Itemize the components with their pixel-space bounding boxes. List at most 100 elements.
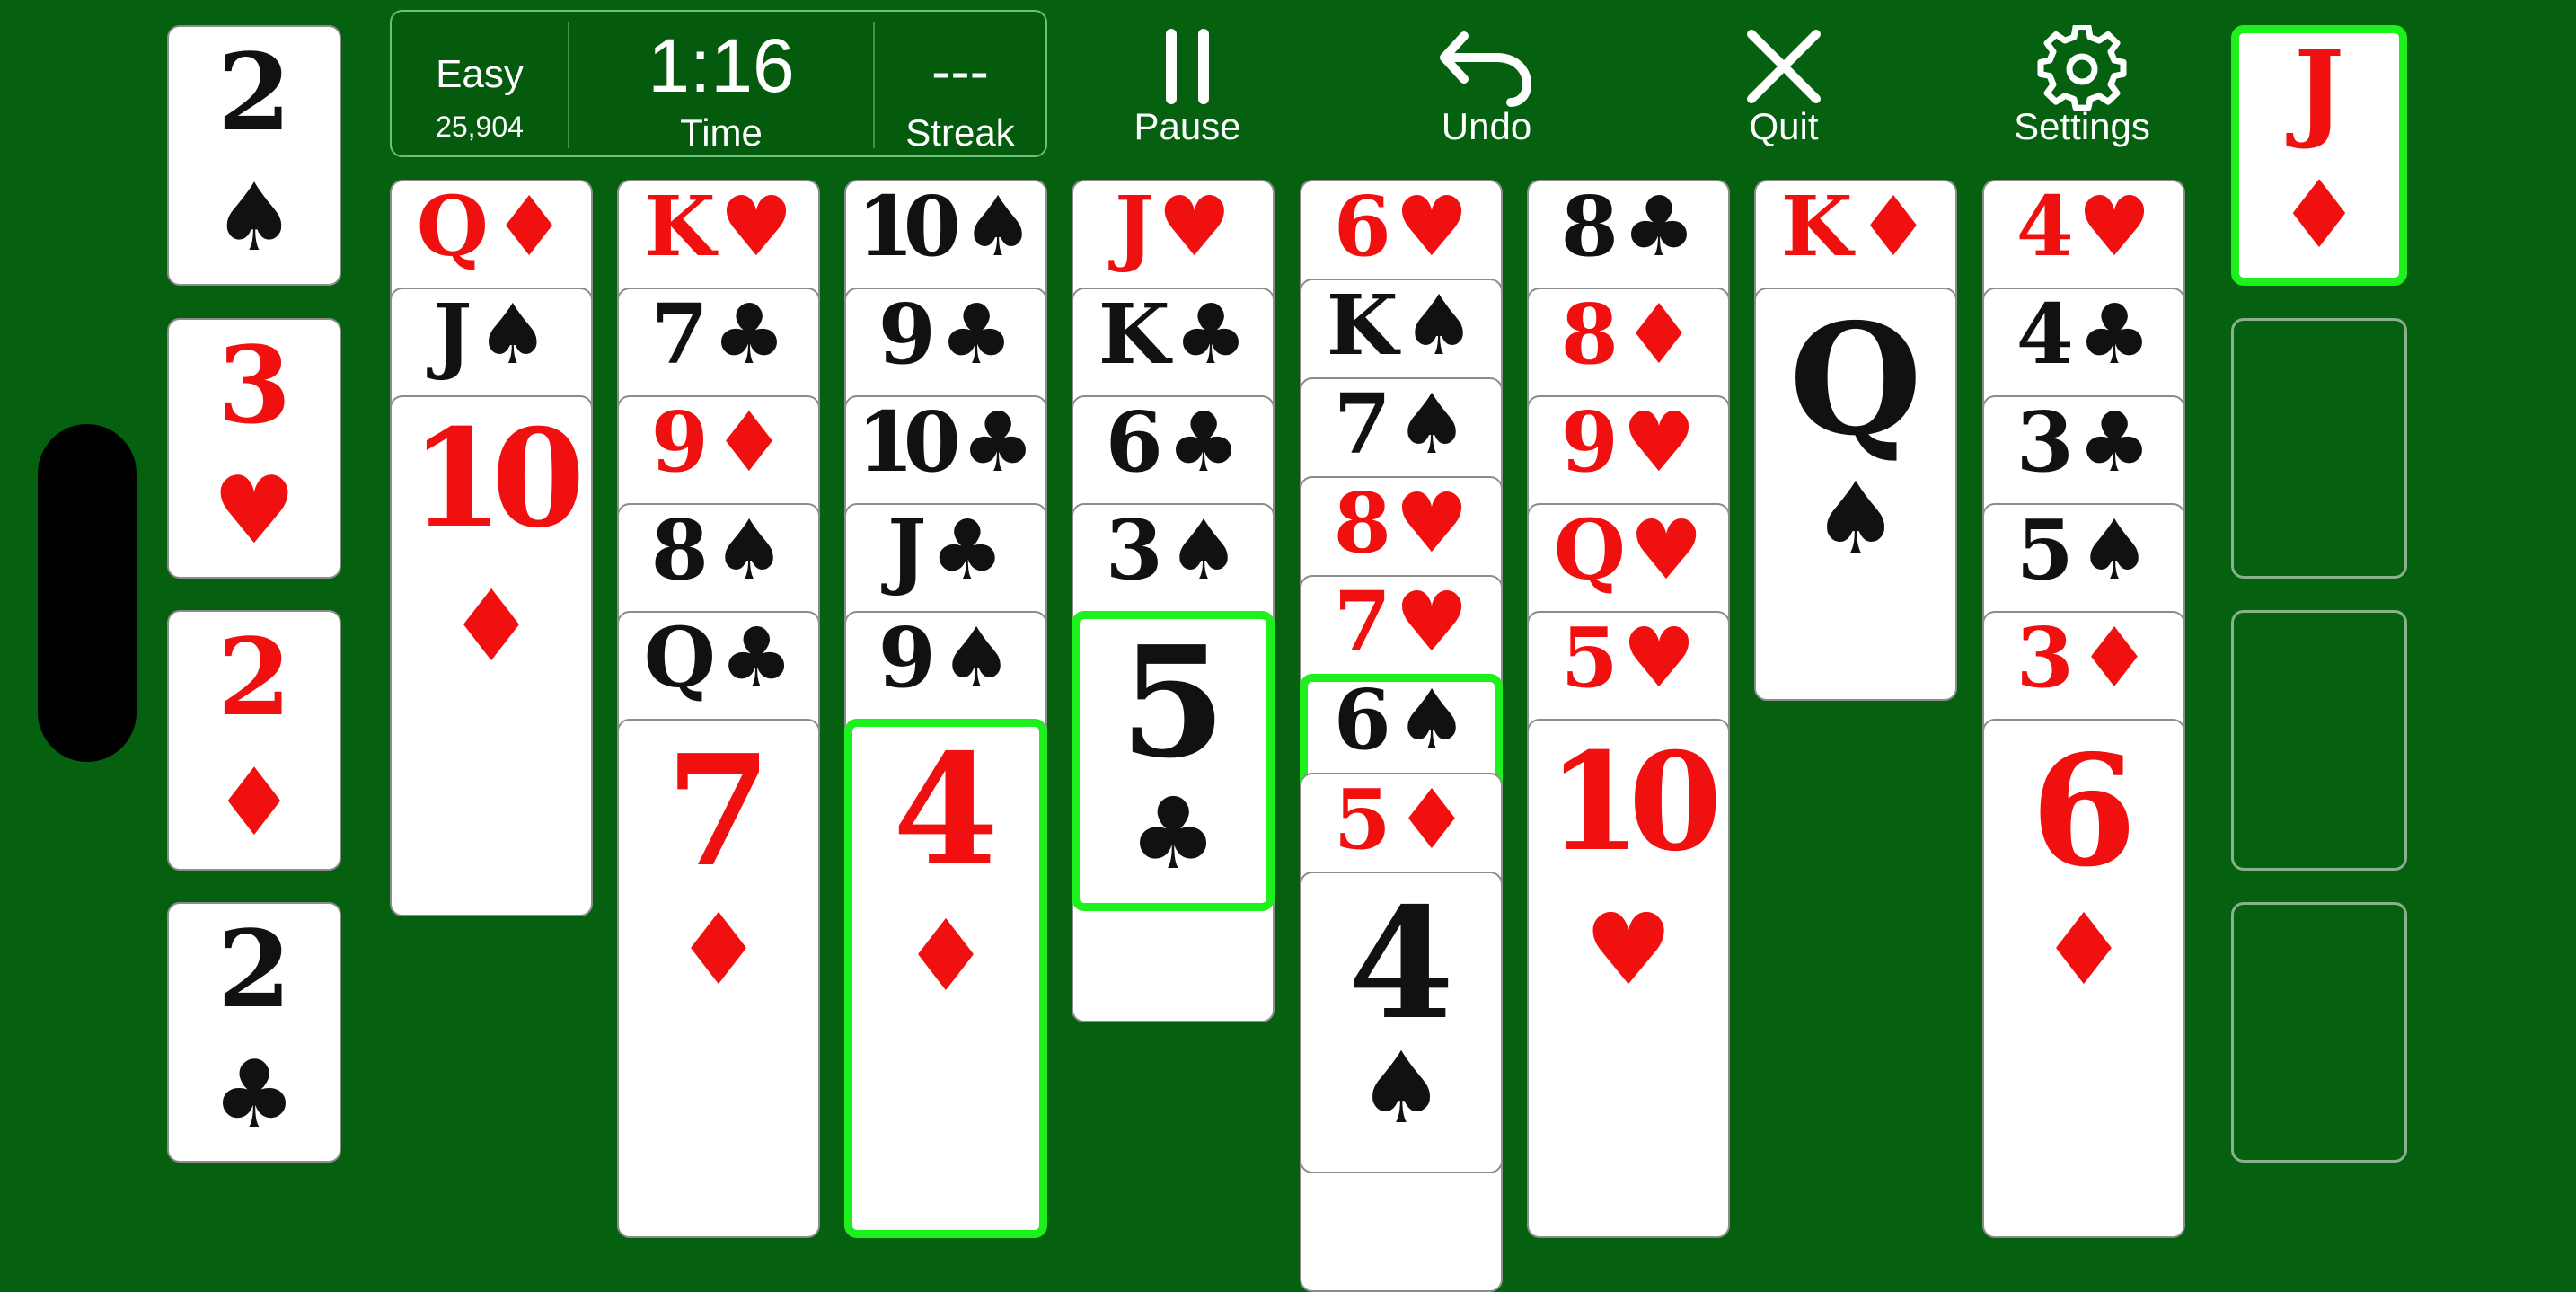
card-rank: 4 [1347, 874, 1455, 1054]
free-cell-4-empty[interactable] [2231, 902, 2407, 1163]
playing-card[interactable]: 10 ♦ [390, 395, 593, 916]
game-status-panel: Easy 25,904 1:16 Time --- Streak [390, 10, 1047, 157]
card-suit: ♣ [711, 288, 787, 383]
playing-card[interactable]: Q ♠ [1754, 288, 1957, 701]
card-suit: ♣ [212, 1039, 296, 1149]
card-suit: ♣ [1173, 288, 1248, 383]
card-suit: ♠ [2077, 503, 2152, 598]
close-icon [1747, 30, 1821, 103]
playing-card[interactable]: 7 ♦ [617, 719, 820, 1238]
card-index: 6♣ [1073, 401, 1273, 483]
card-rank: 3 [2016, 395, 2074, 491]
timer-label: Time [680, 111, 763, 154]
card-index: K♣ [1073, 293, 1273, 376]
card-index: 3♦ [1984, 616, 2183, 699]
card-rank: 2 [216, 615, 292, 739]
card-suit: ♥ [1394, 476, 1469, 571]
card-rank: 2 [216, 907, 292, 1031]
card-rank: 3 [1105, 503, 1163, 598]
card-rank: 9 [878, 288, 936, 383]
foundation-pile-1[interactable]: 2 ♠ [167, 25, 341, 286]
card-index: 8♣ [1529, 185, 1728, 268]
card-suit: ♣ [1621, 180, 1697, 275]
card-rank: 8 [650, 503, 709, 598]
card-index: 5♥ [1529, 616, 1728, 699]
card-rank: 9 [650, 395, 709, 491]
card-index: 9♥ [1529, 401, 1728, 483]
playing-card[interactable]: 4 ♠ [1300, 872, 1503, 1173]
card-rank: 6 [2030, 721, 2138, 901]
card-index: K♠ [1301, 284, 1501, 367]
card-rank: 6 [1333, 674, 1391, 768]
card-rank: 8 [1333, 476, 1391, 571]
card-index: 10 ♠ [846, 185, 1045, 268]
card-index: 6♠ [1308, 682, 1495, 761]
card-index: 8♦ [1529, 293, 1728, 376]
card-rank: K [1326, 279, 1398, 374]
card-rank: K [1780, 180, 1853, 275]
card-rank: K [1098, 288, 1170, 383]
settings-label: Settings [2014, 105, 2150, 147]
card-rank: 9 [878, 611, 936, 706]
card-suit: ♦ [212, 747, 296, 857]
card-rank: 7 [665, 721, 772, 901]
card-index: 4♥ [1984, 185, 2183, 268]
card-suit: ♠ [1166, 503, 1241, 598]
card-rank: J [887, 503, 927, 598]
card-rank: 10 [410, 400, 586, 558]
side-handle [38, 424, 137, 762]
foundation-pile-2[interactable]: 3 ♥ [167, 318, 341, 579]
card-suit: ♥ [1394, 180, 1469, 275]
card-suit: ♠ [212, 162, 296, 272]
free-cell-3-empty[interactable] [2231, 610, 2407, 871]
card-suit: ♥ [212, 455, 296, 565]
card-index: Q♦ [392, 185, 591, 268]
card-rank: K [643, 180, 716, 275]
undo-button[interactable]: Undo [1388, 18, 1585, 162]
undo-icon [1440, 31, 1532, 107]
card-rank: 10 [1547, 723, 1723, 881]
card-index: 7♣ [619, 293, 818, 376]
card-suit: ♣ [960, 395, 1036, 491]
playing-card[interactable]: 10 ♥ [1527, 719, 1730, 1238]
card-index: J♣ [846, 509, 1045, 591]
settings-button[interactable]: Settings [1983, 18, 2181, 162]
card-rank: 9 [1560, 395, 1619, 491]
quit-button[interactable]: Quit [1685, 18, 1883, 162]
card-suit: ♦ [2277, 159, 2361, 270]
card-suit: ♦ [491, 180, 567, 275]
card-suit: ♥ [1584, 891, 1673, 1007]
pause-label: Pause [1134, 105, 1241, 147]
card-suit: ♦ [711, 395, 787, 491]
card-suit: ♥ [1621, 395, 1697, 491]
card-index: 7♠ [1301, 383, 1501, 465]
pause-button[interactable]: Pause [1089, 18, 1286, 162]
card-rank: 8 [1560, 288, 1619, 383]
card-suit: ♠ [1401, 279, 1477, 374]
card-index: 9♠ [846, 616, 1045, 699]
playing-card[interactable]: 5 ♣ [1072, 611, 1275, 911]
card-suit: ♠ [1394, 377, 1469, 473]
playing-card[interactable]: 6 ♦ [1982, 719, 2185, 1238]
foundation-pile-4[interactable]: 2 ♣ [167, 902, 341, 1163]
card-rank: 5 [1119, 613, 1227, 792]
card-suit: ♥ [2077, 180, 2152, 275]
card-rank: 3 [216, 323, 292, 447]
card-index: 8♠ [619, 509, 818, 591]
playing-card[interactable]: 4 ♦ [844, 719, 1047, 1238]
card-index: 10 ♣ [846, 401, 1045, 483]
card-index: 8♥ [1301, 482, 1501, 564]
card-index: 9♦ [619, 401, 818, 483]
card-suit: ♦ [446, 568, 536, 684]
card-rank: 4 [892, 721, 1000, 900]
card-index: 5♦ [1301, 778, 1501, 861]
card-suit: ♠ [1356, 1030, 1446, 1146]
card-index: 9♣ [846, 293, 1045, 376]
free-cell-2-empty[interactable] [2231, 318, 2407, 579]
card-index: 6♥ [1301, 185, 1501, 268]
card-suit: ♦ [1621, 288, 1697, 383]
free-cell-1[interactable]: J ♦ [2231, 25, 2407, 286]
timer-value: 1:16 [648, 23, 795, 108]
card-suit: ♥ [1394, 575, 1469, 670]
foundation-pile-3[interactable]: 2 ♦ [167, 610, 341, 871]
